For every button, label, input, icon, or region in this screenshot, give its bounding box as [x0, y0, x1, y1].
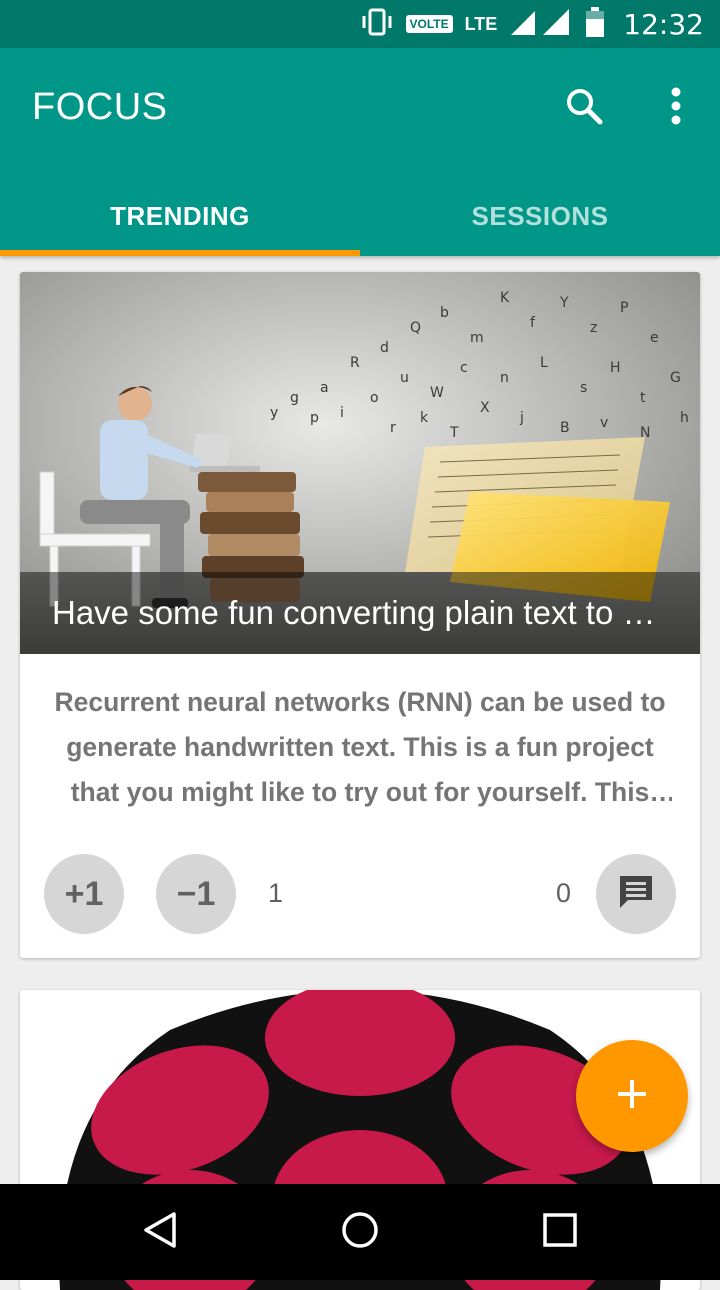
svg-text:Q: Q: [410, 320, 421, 336]
search-icon: [564, 86, 604, 131]
clock: 12:32: [623, 7, 704, 41]
svg-text:u: u: [400, 370, 409, 386]
svg-text:d: d: [380, 340, 389, 356]
home-icon: [340, 1210, 380, 1255]
comment-icon: [616, 872, 656, 917]
svg-text:W: W: [430, 385, 444, 401]
tab-bar: TRENDING SESSIONS: [0, 176, 720, 256]
tab-trending[interactable]: TRENDING: [0, 176, 360, 256]
network-type: LTE: [464, 14, 498, 34]
svg-text:h: h: [680, 410, 689, 426]
search-button[interactable]: [560, 84, 608, 132]
svg-text:K: K: [500, 290, 510, 306]
signal-icon: [509, 7, 573, 42]
svg-text:o: o: [370, 390, 379, 406]
comment-count: 0: [556, 878, 572, 908]
volte-badge: VOLTE: [405, 15, 453, 33]
svg-text:k: k: [420, 410, 429, 426]
svg-text:r: r: [390, 420, 396, 436]
downvote-button[interactable]: −1: [156, 854, 236, 934]
recents-button[interactable]: [536, 1208, 584, 1256]
comment-button[interactable]: [596, 854, 676, 934]
add-icon: [614, 1076, 650, 1117]
app-title: FOCUS: [32, 86, 168, 128]
svg-text:Y: Y: [559, 295, 569, 311]
back-icon: [140, 1210, 180, 1255]
tab-sessions[interactable]: SESSIONS: [360, 176, 720, 256]
svg-text:v: v: [600, 415, 608, 431]
svg-text:G: G: [670, 370, 681, 386]
vote-score: 1: [268, 878, 284, 908]
more-vert-icon: [670, 86, 682, 131]
svg-text:s: s: [580, 380, 587, 396]
svg-text:L: L: [540, 355, 548, 371]
status-bar: VOLTE LTE 12:32: [0, 0, 720, 48]
article-image: aRd Qbm KfY zPe GtH sLn cWu oip XjB vNh …: [20, 272, 700, 654]
svg-text:g: g: [290, 390, 299, 406]
more-options-button[interactable]: [652, 84, 700, 132]
svg-text:m: m: [470, 330, 484, 346]
home-button[interactable]: [336, 1208, 384, 1256]
svg-text:e: e: [650, 330, 659, 346]
article-description: Recurrent neural networks (RNN) can be u…: [54, 687, 666, 807]
back-button[interactable]: [136, 1208, 184, 1256]
svg-text:j: j: [519, 410, 524, 426]
svg-text:a: a: [320, 380, 329, 396]
svg-text:n: n: [500, 370, 509, 386]
app-bar: FOCUS TRENDING SESSIONS: [0, 48, 720, 256]
recents-icon: [540, 1210, 580, 1255]
svg-text:t: t: [640, 390, 646, 406]
svg-text:b: b: [440, 305, 449, 321]
svg-text:c: c: [460, 360, 468, 376]
svg-text:X: X: [480, 400, 490, 416]
svg-text:B: B: [560, 420, 570, 436]
svg-text:z: z: [590, 320, 597, 336]
upvote-button[interactable]: +1: [44, 854, 124, 934]
battery-icon: [585, 6, 605, 42]
svg-text:i: i: [340, 405, 344, 421]
svg-text:y: y: [270, 405, 278, 421]
navigation-bar: [0, 1184, 720, 1280]
article-title: Have some fun converting plain text to h…: [20, 572, 700, 654]
svg-text:H: H: [610, 360, 621, 376]
svg-text:P: P: [620, 300, 628, 316]
svg-text:R: R: [350, 355, 360, 371]
add-button[interactable]: [576, 1040, 688, 1152]
svg-text:p: p: [310, 410, 319, 426]
tab-indicator: [0, 250, 360, 256]
svg-text:T: T: [449, 425, 459, 441]
article-card[interactable]: aRd Qbm KfY zPe GtH sLn cWu oip XjB vNh …: [20, 272, 700, 958]
vibrate-icon: [360, 8, 394, 41]
